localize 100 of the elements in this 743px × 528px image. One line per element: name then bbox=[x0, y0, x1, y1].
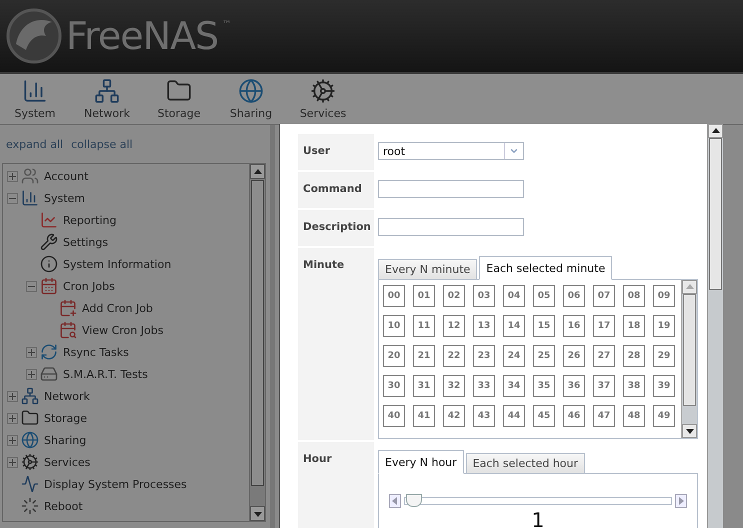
minute-cell[interactable]: 11 bbox=[413, 315, 435, 337]
minute-cell[interactable]: 47 bbox=[593, 405, 615, 427]
minute-cell[interactable]: 26 bbox=[563, 345, 585, 367]
minute-cell[interactable]: 48 bbox=[623, 405, 645, 427]
minute-cell[interactable]: 27 bbox=[593, 345, 615, 367]
minute-cell[interactable]: 35 bbox=[533, 375, 555, 397]
tree-item[interactable]: Reboot bbox=[44, 500, 83, 512]
minute-cell[interactable]: 36 bbox=[563, 375, 585, 397]
minute-cell[interactable]: 43 bbox=[473, 405, 495, 427]
collapse-icon[interactable] bbox=[7, 192, 18, 204]
minute-cell[interactable]: 24 bbox=[503, 345, 525, 367]
tree-item[interactable]: Reporting bbox=[63, 214, 116, 226]
tree-link[interactable]: expand all bbox=[6, 138, 64, 150]
minute-cell[interactable]: 40 bbox=[383, 405, 405, 427]
minute-cell[interactable]: 33 bbox=[473, 375, 495, 397]
minute-cell[interactable]: 12 bbox=[443, 315, 465, 337]
minute-cell[interactable]: 14 bbox=[503, 315, 525, 337]
minute-cell[interactable]: 28 bbox=[623, 345, 645, 367]
logo-text: FreeNAS bbox=[66, 14, 218, 58]
slider-thumb[interactable] bbox=[406, 494, 422, 507]
minute-cell[interactable]: 37 bbox=[593, 375, 615, 397]
minute-cell[interactable]: 15 bbox=[533, 315, 555, 337]
minute-cell[interactable]: 34 bbox=[503, 375, 525, 397]
minute-cell[interactable]: 02 bbox=[443, 285, 465, 307]
scrollbar[interactable] bbox=[681, 280, 697, 438]
minute-cell[interactable]: 16 bbox=[563, 315, 585, 337]
scroll-down-icon[interactable] bbox=[250, 506, 265, 521]
minute-cell[interactable]: 46 bbox=[563, 405, 585, 427]
toolbar-button[interactable]: System bbox=[12, 74, 58, 124]
minute-cell[interactable]: 13 bbox=[473, 315, 495, 337]
scrollbar[interactable] bbox=[707, 124, 723, 528]
minute-cell[interactable]: 06 bbox=[563, 285, 585, 307]
minute-cell[interactable]: 03 bbox=[473, 285, 495, 307]
tree-item[interactable]: Rsync Tasks bbox=[63, 346, 129, 358]
tree-item[interactable]: Account bbox=[44, 170, 88, 182]
minute-cell[interactable]: 44 bbox=[503, 405, 525, 427]
expand-icon[interactable] bbox=[7, 434, 18, 446]
tree-item[interactable]: System Information bbox=[63, 258, 172, 270]
minute-cell[interactable]: 30 bbox=[383, 375, 405, 397]
scroll-down-icon[interactable] bbox=[682, 424, 697, 438]
minute-cell[interactable]: 17 bbox=[593, 315, 615, 337]
user-select[interactable]: root bbox=[378, 142, 524, 160]
minute-cell[interactable]: 01 bbox=[413, 285, 435, 307]
toolbar-button[interactable]: Sharing bbox=[228, 74, 274, 124]
tree-item[interactable]: System bbox=[44, 192, 86, 204]
minute-cell[interactable]: 39 bbox=[653, 375, 675, 397]
minute-cell[interactable]: 25 bbox=[533, 345, 555, 367]
minute-cell[interactable]: 32 bbox=[443, 375, 465, 397]
scroll-up-icon[interactable] bbox=[708, 124, 723, 138]
tree-item[interactable]: Settings bbox=[63, 236, 108, 248]
hard-drive-icon bbox=[40, 365, 58, 383]
tree-item[interactable]: S.M.A.R.T. Tests bbox=[63, 368, 148, 380]
tab[interactable]: Every N hour bbox=[378, 450, 464, 474]
expand-icon[interactable] bbox=[7, 412, 18, 424]
minute-cell[interactable]: 07 bbox=[593, 285, 615, 307]
scroll-up-icon[interactable] bbox=[250, 164, 265, 179]
minute-cell[interactable]: 05 bbox=[533, 285, 555, 307]
minute-cell[interactable]: 42 bbox=[443, 405, 465, 427]
tree-item[interactable]: View Cron Jobs bbox=[82, 324, 164, 336]
minute-cell[interactable]: 18 bbox=[623, 315, 645, 337]
tree-item[interactable]: Add Cron Job bbox=[82, 302, 153, 314]
minute-cell[interactable]: 41 bbox=[413, 405, 435, 427]
minute-cell[interactable]: 38 bbox=[623, 375, 645, 397]
expand-icon[interactable] bbox=[7, 170, 18, 182]
tree-item[interactable]: Storage bbox=[44, 412, 88, 424]
minute-cell[interactable]: 49 bbox=[653, 405, 675, 427]
minute-cell[interactable]: 08 bbox=[623, 285, 645, 307]
toolbar-button[interactable]: Storage bbox=[156, 74, 202, 124]
tree-item[interactable]: Cron Jobs bbox=[63, 280, 115, 292]
slider-track[interactable] bbox=[404, 497, 672, 505]
toolbar-button[interactable]: Network bbox=[84, 74, 130, 124]
scrollbar[interactable] bbox=[249, 164, 265, 521]
toolbar-button[interactable]: Services bbox=[300, 74, 346, 124]
tree-link[interactable]: collapse all bbox=[71, 138, 133, 150]
tree-item[interactable]: Sharing bbox=[44, 434, 86, 446]
minute-cell[interactable]: 31 bbox=[413, 375, 435, 397]
tab[interactable]: Each selected hour bbox=[466, 453, 586, 474]
minute-cell[interactable]: 00 bbox=[383, 285, 405, 307]
expand-icon[interactable] bbox=[26, 346, 37, 358]
minute-cell[interactable]: 04 bbox=[503, 285, 525, 307]
tree-item[interactable]: Network bbox=[44, 390, 90, 402]
minute-cell[interactable]: 45 bbox=[533, 405, 555, 427]
minute-cell[interactable]: 29 bbox=[653, 345, 675, 367]
tree-item[interactable]: Services bbox=[44, 456, 90, 468]
minute-cell[interactable]: 22 bbox=[443, 345, 465, 367]
tree-item[interactable]: Display System Processes bbox=[44, 478, 187, 490]
expand-icon[interactable] bbox=[7, 456, 18, 468]
input-field[interactable] bbox=[378, 180, 524, 198]
minute-cell[interactable]: 19 bbox=[653, 315, 675, 337]
tab[interactable]: Each selected minute bbox=[479, 256, 612, 280]
expand-icon[interactable] bbox=[7, 390, 18, 402]
input-field[interactable] bbox=[378, 218, 524, 236]
minute-cell[interactable]: 21 bbox=[413, 345, 435, 367]
minute-cell[interactable]: 09 bbox=[653, 285, 675, 307]
expand-icon[interactable] bbox=[26, 368, 37, 380]
minute-cell[interactable]: 10 bbox=[383, 315, 405, 337]
collapse-icon[interactable] bbox=[26, 280, 37, 292]
minute-cell[interactable]: 23 bbox=[473, 345, 495, 367]
minute-cell[interactable]: 20 bbox=[383, 345, 405, 367]
tab[interactable]: Every N minute bbox=[378, 259, 478, 280]
